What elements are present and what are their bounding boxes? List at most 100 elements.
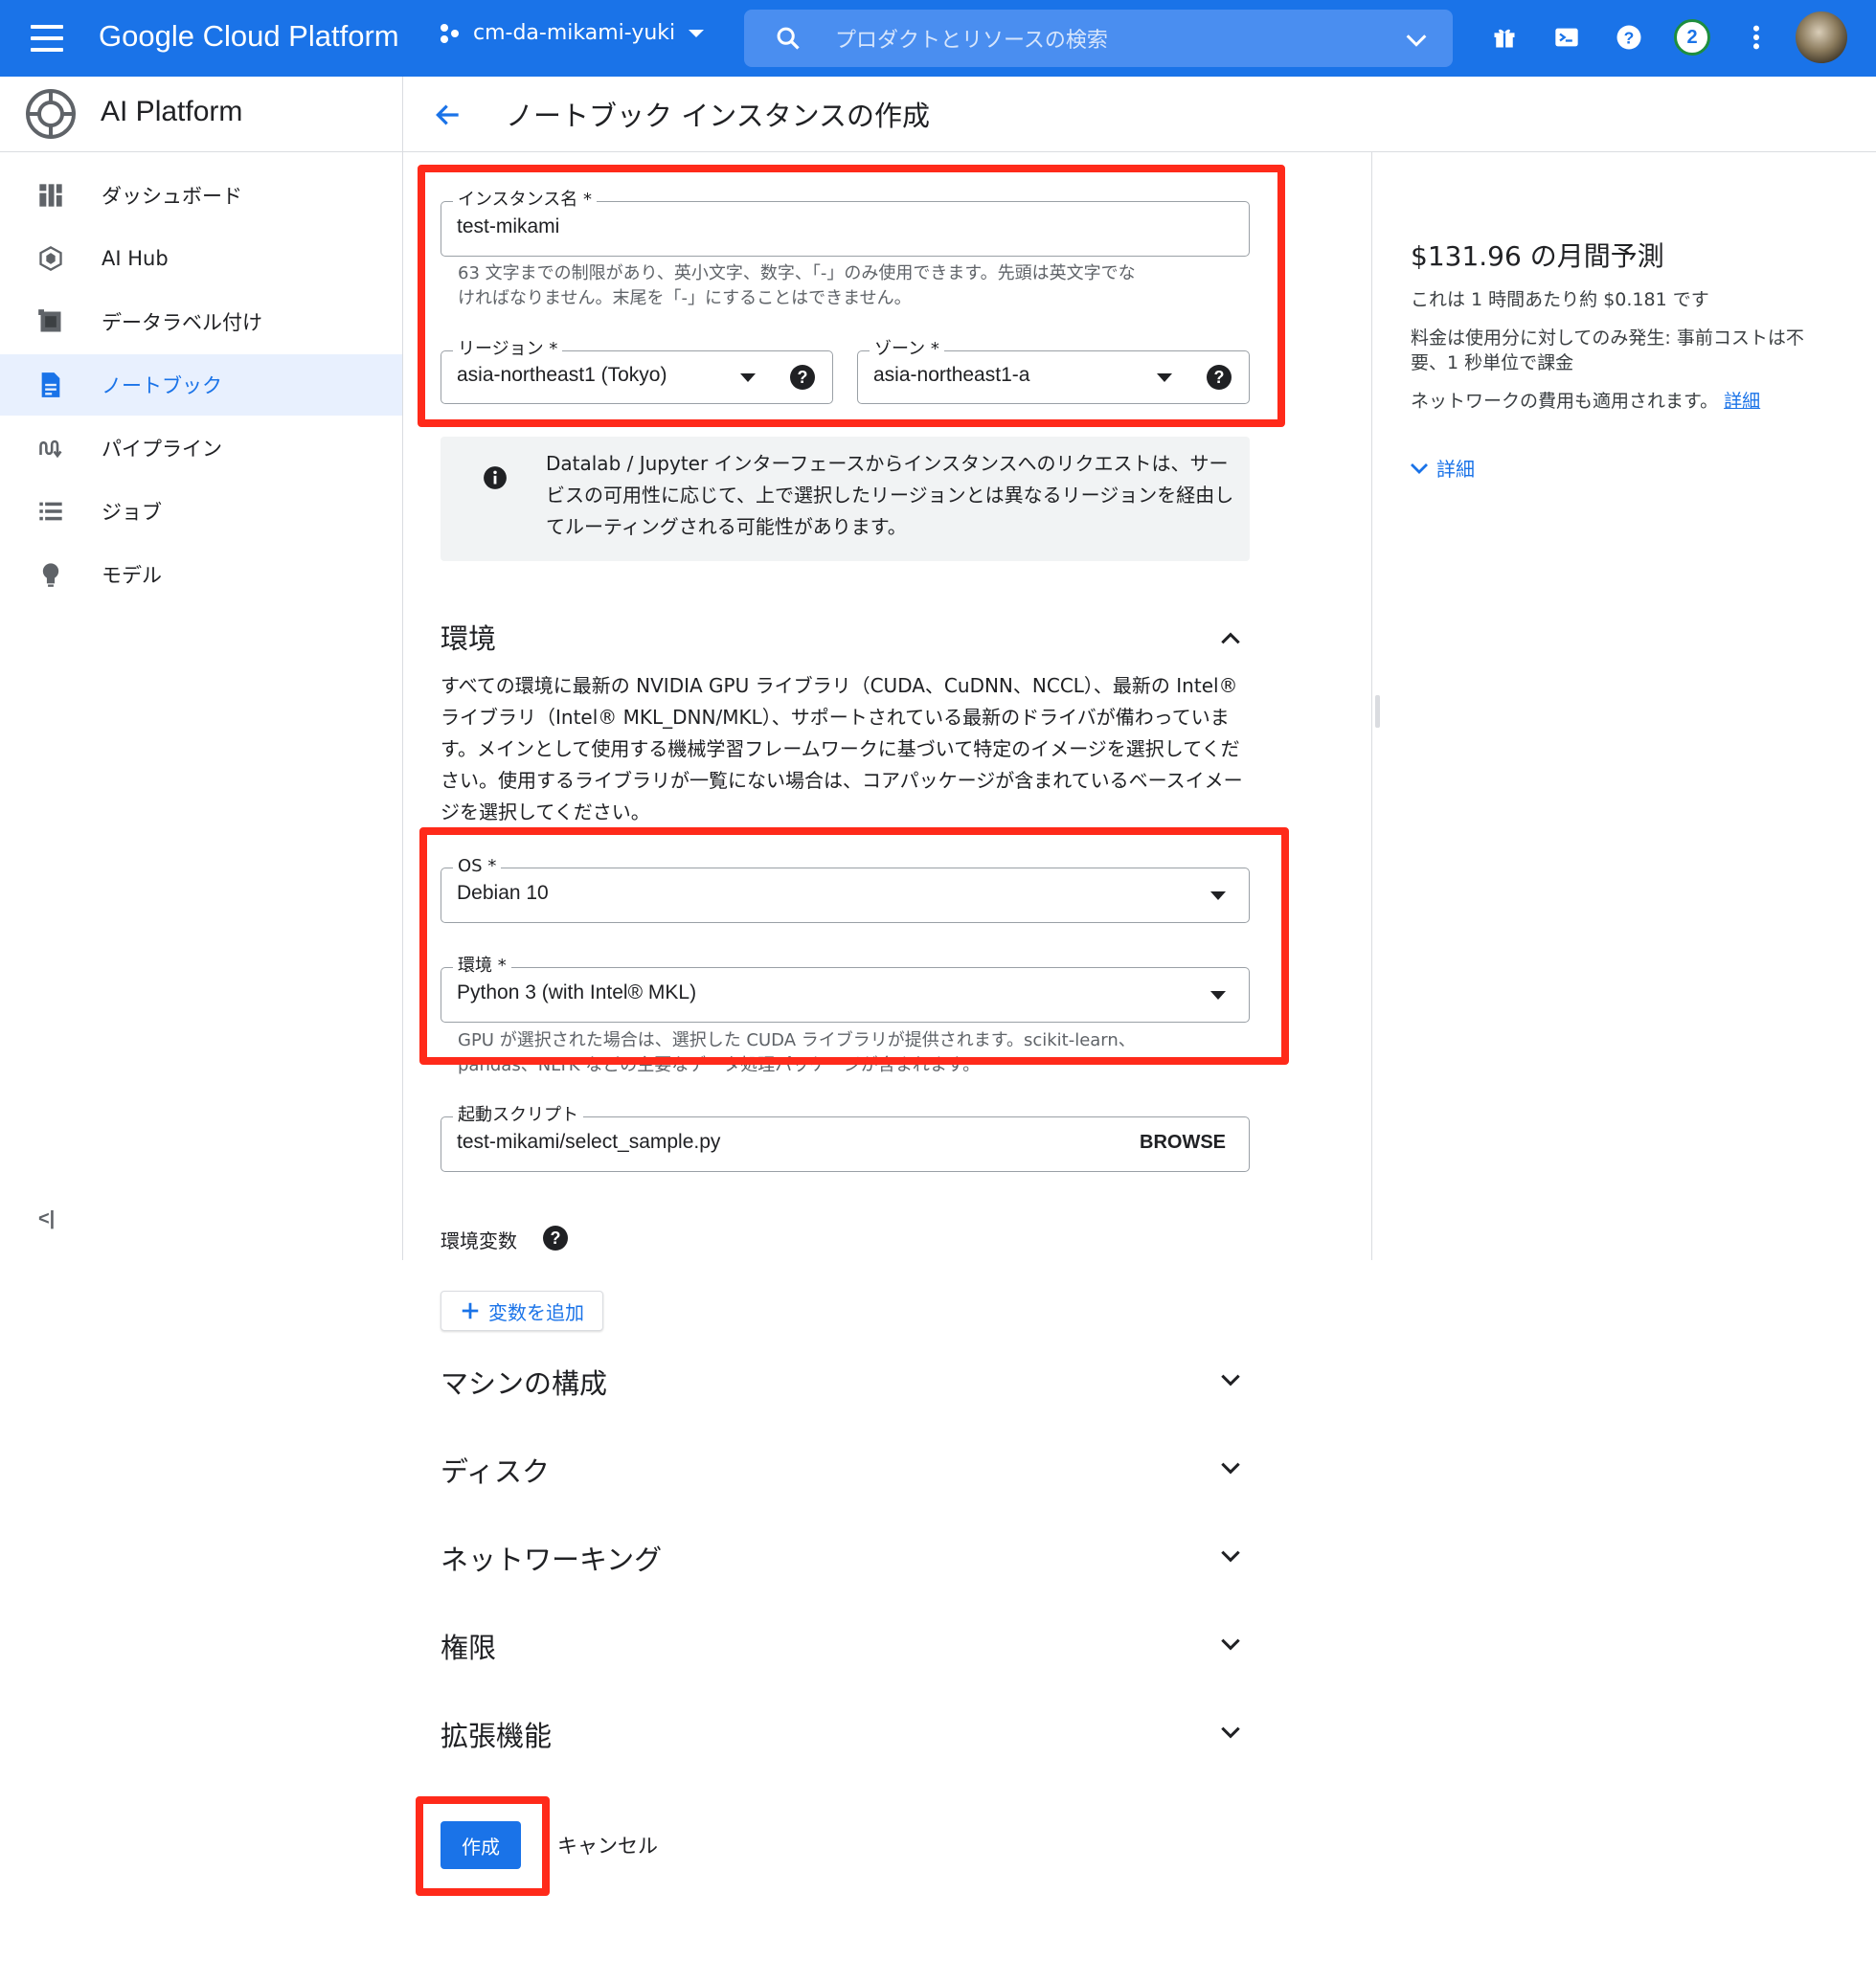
sidebar-item-ai-hub[interactable]: AI Hub <box>0 228 402 289</box>
sidebar-item-pipelines[interactable]: パイプライン <box>0 417 402 479</box>
chevron-down-icon[interactable] <box>1218 1455 1243 1480</box>
environment-select[interactable]: 環境 * Python 3 (with Intel® MKL) <box>441 955 1250 1023</box>
pricing-network-note: ネットワークの費用も適用されます。 詳細 <box>1411 391 1761 412</box>
chevron-down-icon[interactable] <box>1218 1632 1243 1657</box>
section-machine-config[interactable]: マシンの構成 <box>441 1362 607 1402</box>
chevron-down-icon <box>689 29 705 37</box>
sidebar-item-label: ノートブック <box>102 374 222 397</box>
project-selector[interactable]: cm-da-mikami-yuki <box>439 21 706 45</box>
dropdown-arrow-icon <box>1210 991 1226 1000</box>
routing-info-text: Datalab / Jupyter インターフェースからインスタンスへのリクエス… <box>546 452 1234 538</box>
back-arrow-icon[interactable] <box>433 100 463 130</box>
add-variable-label: 変数を追加 <box>488 1300 584 1324</box>
sidebar-item-label: モデル <box>102 564 162 587</box>
pricing-hourly: これは 1 時間あたり約 $0.181 です <box>1411 289 1709 310</box>
chevron-down-icon[interactable] <box>1218 1720 1243 1745</box>
top-app-bar: Google Cloud Platform cm-da-mikami-yuki … <box>0 0 1876 77</box>
environment-hint-line1: GPU が選択された場合は、選択した CUDA ライブラリが提供されます。sci… <box>458 1030 1136 1050</box>
cancel-button[interactable]: キャンセル <box>557 1831 658 1860</box>
header-divider <box>0 151 1876 152</box>
instance-name-field[interactable]: インスタンス名 * test-mikami <box>441 189 1250 257</box>
menu-icon[interactable] <box>31 25 63 52</box>
info-icon <box>484 466 507 489</box>
product-title: AI Platform <box>101 96 243 127</box>
instance-name-hint-line1: 63 文字までの制限があり、英小文字、数字、「-」のみ使用できます。先頭は英文字… <box>458 263 1136 283</box>
brand-title[interactable]: Google Cloud Platform <box>99 19 399 54</box>
section-disk[interactable]: ディスク <box>441 1450 550 1490</box>
more-vert-icon[interactable] <box>1740 21 1773 54</box>
chevron-up-icon[interactable] <box>1218 626 1243 651</box>
chevron-down-icon[interactable] <box>1218 1367 1243 1392</box>
sidebar-item-notebooks[interactable]: ノートブック <box>0 354 402 416</box>
chevron-down-icon[interactable] <box>1403 27 1430 54</box>
pricing-note-line2: 要、1 秒単位で課金 <box>1411 352 1574 373</box>
notebook-icon <box>36 371 65 399</box>
plus-icon <box>462 1302 479 1319</box>
notifications-badge[interactable]: 2 <box>1674 19 1710 56</box>
sidebar-item-jobs[interactable]: ジョブ <box>0 481 402 542</box>
environment-description: すべての環境に最新の NVIDIA GPU ライブラリ（CUDA、CuDNN、N… <box>441 674 1243 823</box>
startup-script-input[interactable]: test-mikami/select_sample.py <box>457 1131 720 1154</box>
search-icon <box>777 27 800 50</box>
page-title: ノートブック インスタンスの作成 <box>506 100 931 132</box>
instance-name-label: インスタンス名 * <box>453 189 598 212</box>
environment-label: 環境 * <box>453 955 511 978</box>
sidebar-item-label: データラベル付け <box>102 311 262 334</box>
zone-select[interactable]: ゾーン * asia-northeast1-a ? <box>857 338 1250 404</box>
region-value: asia-northeast1 (Tokyo) <box>457 364 667 386</box>
dropdown-arrow-icon <box>1157 373 1172 382</box>
gift-icon[interactable] <box>1488 21 1521 54</box>
startup-script-field[interactable]: 起動スクリプト test-mikami/select_sample.py BRO… <box>441 1104 1250 1172</box>
help-icon[interactable]: ? <box>1613 21 1645 54</box>
section-permissions[interactable]: 権限 <box>441 1626 496 1666</box>
instance-name-hint-line2: ければなりません。末尾を「-」にすることはできません。 <box>458 288 912 308</box>
env-vars-label: 環境変数 <box>441 1229 517 1252</box>
ai-platform-logo-icon <box>26 89 76 139</box>
sidebar-item-dashboard[interactable]: ダッシュボード <box>0 165 402 226</box>
startup-script-label: 起動スクリプト <box>453 1104 583 1127</box>
browse-button[interactable]: BROWSE <box>1140 1132 1226 1154</box>
sidebar-item-models[interactable]: モデル <box>0 544 402 605</box>
sidebar-item-label: ジョブ <box>102 501 162 524</box>
svg-text:?: ? <box>1624 28 1635 47</box>
instance-name-input[interactable]: test-mikami <box>457 215 559 238</box>
collapse-sidebar-button[interactable]: <| <box>38 1208 55 1230</box>
routing-info-box: Datalab / Jupyter インターフェースからインスタンスへのリクエス… <box>441 437 1250 561</box>
cloud-shell-icon[interactable] <box>1550 21 1583 54</box>
search-bar[interactable]: プロダクトとリソースの検索 <box>744 10 1453 67</box>
hub-icon <box>36 244 65 273</box>
os-select[interactable]: OS * Debian 10 <box>441 855 1250 923</box>
resize-handle[interactable] <box>1375 695 1380 728</box>
labeling-icon <box>36 307 65 336</box>
help-icon[interactable]: ? <box>1207 365 1232 390</box>
pricing-title: $131.96 の月間予測 <box>1411 240 1664 272</box>
chevron-down-icon <box>1411 462 1428 474</box>
create-button[interactable]: 作成 <box>441 1821 521 1869</box>
os-value: Debian 10 <box>457 882 549 904</box>
help-icon[interactable]: ? <box>790 365 815 390</box>
sidebar-item-data-labeling[interactable]: データラベル付け <box>0 291 402 352</box>
model-icon <box>36 560 65 589</box>
environment-hint-line2: pandas、NLTK などの主要なデータ処理パッケージが含まれます。 <box>458 1055 981 1075</box>
dropdown-arrow-icon <box>1210 891 1226 900</box>
section-extensions[interactable]: 拡張機能 <box>441 1714 552 1754</box>
sidebar-item-label: パイプライン <box>102 438 222 461</box>
environment-value: Python 3 (with Intel® MKL) <box>457 981 697 1003</box>
help-icon[interactable]: ? <box>543 1226 568 1251</box>
dashboard-icon <box>36 181 65 210</box>
dropdown-arrow-icon <box>740 373 756 382</box>
pricing-details-link[interactable]: 詳細 <box>1724 391 1760 412</box>
section-networking[interactable]: ネットワーキング <box>441 1538 662 1578</box>
jobs-icon <box>36 497 65 526</box>
add-variable-button[interactable]: 変数を追加 <box>441 1291 603 1331</box>
os-label: OS * <box>453 855 502 878</box>
region-select[interactable]: リージョン * asia-northeast1 (Tokyo) ? <box>441 338 833 404</box>
chevron-down-icon[interactable] <box>1218 1544 1243 1568</box>
avatar[interactable] <box>1796 11 1847 63</box>
sidebar-item-label: ダッシュボード <box>102 185 242 208</box>
zone-value: asia-northeast1-a <box>873 364 1030 386</box>
region-label: リージョン * <box>453 338 563 361</box>
project-name: cm-da-mikami-yuki <box>473 21 676 45</box>
search-input[interactable]: プロダクトとリソースの検索 <box>835 23 1108 54</box>
pricing-details-toggle[interactable]: 詳細 <box>1408 454 1475 482</box>
